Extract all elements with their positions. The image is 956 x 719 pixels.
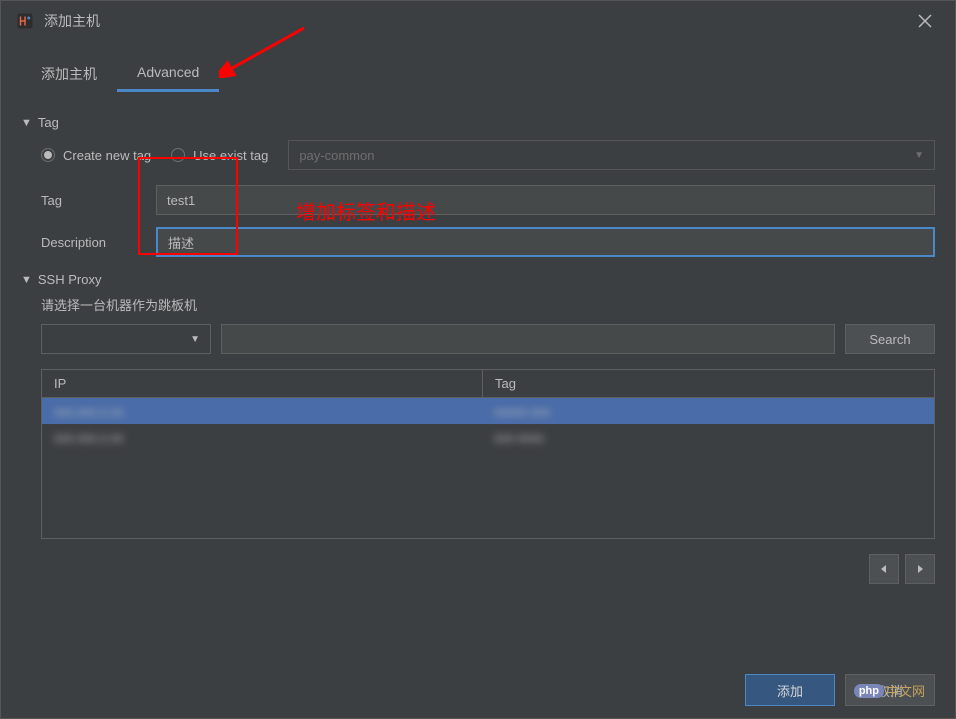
radio-icon xyxy=(41,148,55,162)
cell-tag: xxxxx-xxx xyxy=(482,404,562,419)
tab-bar: 添加主机 Advanced xyxy=(1,56,955,92)
radio-create-new-tag[interactable]: Create new tag xyxy=(41,148,151,163)
window-title: 添加主机 xyxy=(44,11,910,31)
ssh-section-header[interactable]: ▼ SSH Proxy xyxy=(21,272,935,287)
dialog-footer: 添加 取消 xyxy=(745,674,935,706)
radio-label: Use exist tag xyxy=(193,148,268,163)
app-icon xyxy=(16,12,34,30)
description-row: Description xyxy=(41,227,935,257)
column-header-ip[interactable]: IP xyxy=(42,376,482,391)
tag-section-label: Tag xyxy=(38,115,59,130)
ssh-section-label: SSH Proxy xyxy=(38,272,102,287)
table-row[interactable]: xxx.xxx.x.xx xxx-xxxx xyxy=(42,424,934,450)
search-button[interactable]: Search xyxy=(845,324,935,354)
title-bar: 添加主机 xyxy=(1,1,955,41)
ssh-helper-text: 请选择一台机器作为跳板机 xyxy=(41,295,935,314)
cell-tag: xxx-xxxx xyxy=(482,430,556,445)
next-button[interactable] xyxy=(905,554,935,584)
triangle-left-icon xyxy=(879,564,889,574)
cell-ip: xxx.xxx.x.xx xyxy=(42,430,482,445)
table-header: IP Tag xyxy=(42,370,934,398)
ssh-search-row: ▼ Search xyxy=(41,324,935,354)
tab-advanced[interactable]: Advanced xyxy=(117,56,219,92)
prev-button[interactable] xyxy=(869,554,899,584)
ssh-hosts-table: IP Tag xxx.xxx.x.xx xxxxx-xxx xxx.xxx.x.… xyxy=(41,369,935,539)
collapse-triangle-icon: ▼ xyxy=(21,117,32,129)
tag-section-header[interactable]: ▼ Tag xyxy=(21,115,935,130)
close-icon xyxy=(918,14,932,28)
tag-label: Tag xyxy=(41,193,156,208)
table-row[interactable]: xxx.xxx.x.xx xxxxx-xxx xyxy=(42,398,934,424)
content-area: ▼ Tag Create new tag Use exist tag pay-c… xyxy=(1,92,955,554)
cell-ip: xxx.xxx.x.xx xyxy=(42,404,482,419)
exist-tag-select: pay-common ▼ xyxy=(288,140,935,170)
radio-icon xyxy=(171,148,185,162)
triangle-right-icon xyxy=(915,564,925,574)
tag-input[interactable] xyxy=(156,185,935,215)
radio-label: Create new tag xyxy=(63,148,151,163)
tag-row: Tag xyxy=(41,185,935,215)
pagination-buttons xyxy=(869,554,935,584)
tag-mode-radios: Create new tag Use exist tag pay-common … xyxy=(41,140,935,170)
tab-add-host[interactable]: 添加主机 xyxy=(21,56,117,92)
close-button[interactable] xyxy=(910,6,940,36)
column-header-tag[interactable]: Tag xyxy=(482,370,934,397)
collapse-triangle-icon: ▼ xyxy=(21,274,32,286)
ssh-proxy-section: ▼ SSH Proxy 请选择一台机器作为跳板机 ▼ Search IP Tag… xyxy=(21,272,935,539)
description-input[interactable] xyxy=(156,227,935,257)
chevron-down-icon: ▼ xyxy=(190,334,200,345)
chevron-down-icon: ▼ xyxy=(914,150,924,161)
ssh-search-input[interactable] xyxy=(221,324,835,354)
cancel-button[interactable]: 取消 xyxy=(845,674,935,706)
add-button[interactable]: 添加 xyxy=(745,674,835,706)
add-host-dialog: 添加主机 添加主机 Advanced ▼ Tag Create new tag … xyxy=(0,0,956,719)
description-label: Description xyxy=(41,235,156,250)
select-placeholder: pay-common xyxy=(299,148,374,163)
radio-use-exist-tag[interactable]: Use exist tag xyxy=(171,148,268,163)
ssh-filter-dropdown[interactable]: ▼ xyxy=(41,324,211,354)
